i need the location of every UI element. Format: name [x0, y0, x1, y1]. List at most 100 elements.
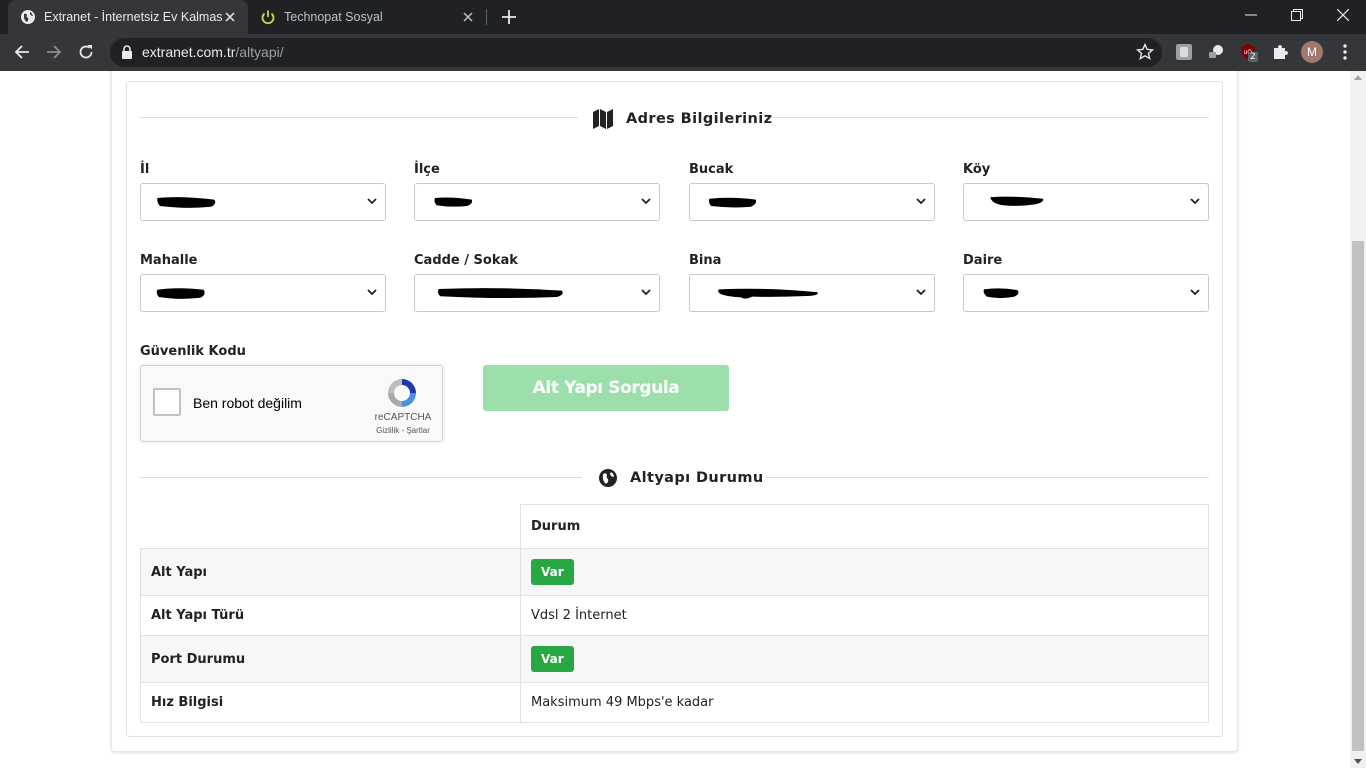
bucak-label: Bucak: [689, 162, 734, 177]
recaptcha-checkbox[interactable]: [153, 388, 181, 416]
chevron-down-icon: [367, 198, 377, 205]
divider: [766, 477, 1209, 478]
close-tab-icon[interactable]: [222, 9, 238, 25]
row-label: Port Durumu: [140, 635, 521, 683]
url-path: /altyapi/: [235, 44, 284, 60]
extension-badge: 2: [1248, 52, 1258, 62]
mahalle-label: Mahalle: [140, 253, 198, 268]
tab-technopat[interactable]: Technopat Sosyal: [248, 0, 486, 34]
ilce-select[interactable]: [414, 183, 660, 221]
row-label: Alt Yapı Türü: [140, 595, 521, 636]
close-tab-icon[interactable]: [460, 9, 476, 25]
recaptcha-widget: Ben robot değilim reCAPTCHA Gizlilik - Ş…: [140, 365, 443, 442]
scrollbar-thumb[interactable]: [1352, 241, 1364, 751]
globe-icon: [599, 469, 617, 487]
browser-tab-strip: Extranet - İnternetsiz Ev Kalmasın Techn…: [0, 0, 1366, 34]
tab-title: Extranet - İnternetsiz Ev Kalmasın: [44, 10, 222, 24]
cadde-sokak-label: Cadde / Sokak: [414, 253, 518, 268]
status-section-header: Altyapı Durumu: [140, 468, 1209, 488]
extension-puzzle-ghost-icon[interactable]: [1206, 42, 1226, 62]
redacted-value: [157, 197, 216, 208]
table-row: Hız Bilgisi Maksimum 49 Mbps'e kadar: [140, 682, 1209, 723]
redacted-value: [718, 288, 818, 299]
daire-select[interactable]: [963, 274, 1209, 312]
chevron-down-icon: [916, 289, 926, 296]
bucak-select[interactable]: [689, 183, 935, 221]
address-heading: Adres Bilgileriniz: [592, 108, 772, 130]
bina-select[interactable]: [689, 274, 935, 312]
recaptcha-label: Ben robot değilim: [193, 395, 302, 411]
bina-label: Bina: [689, 253, 722, 268]
extension-card-icon[interactable]: [1174, 42, 1194, 62]
status-heading: Altyapı Durumu: [598, 468, 764, 488]
tab-extranet[interactable]: Extranet - İnternetsiz Ev Kalmasın: [8, 0, 248, 34]
page-scrollbar[interactable]: [1350, 71, 1366, 768]
page-viewport: Adres Bilgileriniz İl İlçe Bucak Köy Mah…: [0, 71, 1350, 768]
divider: [772, 117, 1209, 118]
cadde-sokak-select[interactable]: [414, 274, 660, 312]
koy-label: Köy: [963, 162, 991, 177]
tab-title: Technopat Sosyal: [284, 10, 383, 24]
new-tab-icon[interactable]: [498, 7, 520, 27]
scroll-down-icon[interactable]: [1354, 759, 1362, 764]
table-row: Port Durumu Var: [140, 635, 1209, 683]
browser-toolbar: extranet.com.tr/altyapi/ uO 2 M: [0, 34, 1366, 71]
redacted-value: [983, 288, 1019, 299]
row-value-cell: Var: [520, 635, 1209, 683]
divider: [140, 477, 582, 478]
divider: [140, 117, 578, 118]
table-row: Alt Yapı Türü Vdsl 2 İnternet: [140, 595, 1209, 636]
ilce-label: İlçe: [414, 162, 440, 177]
map-icon: [593, 109, 613, 129]
ublock-icon[interactable]: uO 2: [1238, 42, 1258, 62]
url-text: extranet.com.tr/altyapi/: [142, 44, 284, 60]
chevron-down-icon: [916, 198, 926, 205]
security-code-label: Güvenlik Kodu: [140, 344, 246, 359]
table-header-row: Durum: [140, 504, 1209, 549]
address-section-header: Adres Bilgileriniz: [140, 108, 1209, 130]
empty-header-cell: [140, 504, 521, 549]
lock-icon: [122, 45, 132, 59]
tab-separator: [486, 9, 487, 25]
chevron-down-icon: [641, 289, 651, 296]
chevron-down-icon: [641, 198, 651, 205]
recaptcha-terms-link[interactable]: Gizlilik - Şartlar: [363, 426, 443, 435]
status-badge: Var: [531, 646, 574, 672]
profile-avatar[interactable]: M: [1301, 41, 1323, 63]
chevron-down-icon: [1190, 289, 1200, 296]
restore-icon[interactable]: [1274, 0, 1320, 30]
back-arrow-icon[interactable]: [8, 38, 36, 66]
minimize-icon[interactable]: [1228, 0, 1274, 30]
infrastructure-status-table: Durum Alt Yapı Var Alt Yapı Türü Vdsl 2 …: [140, 504, 1209, 723]
redacted-value: [438, 288, 563, 299]
koy-select[interactable]: [963, 183, 1209, 221]
address-bar[interactable]: extranet.com.tr/altyapi/: [110, 38, 1162, 67]
recaptcha-logo-icon: [388, 379, 416, 407]
close-window-icon[interactable]: [1320, 0, 1366, 30]
mahalle-select[interactable]: [140, 274, 386, 312]
status-badge: Var: [531, 559, 574, 585]
globe-icon: [21, 10, 35, 24]
power-icon: [261, 10, 275, 25]
row-value: Vdsl 2 İnternet: [520, 595, 1209, 636]
row-label: Hız Bilgisi: [140, 682, 521, 723]
url-host: extranet.com.tr: [142, 44, 236, 60]
il-label: İl: [140, 162, 150, 177]
extensions-puzzle-icon[interactable]: [1270, 42, 1290, 62]
reload-icon[interactable]: [72, 38, 100, 66]
scroll-up-icon[interactable]: [1354, 75, 1362, 80]
address-heading-text: Adres Bilgileriniz: [626, 111, 773, 127]
redacted-value: [156, 288, 205, 299]
daire-label: Daire: [963, 253, 1003, 268]
row-value-cell: Var: [520, 548, 1209, 596]
chevron-down-icon: [367, 289, 377, 296]
status-heading-text: Altyapı Durumu: [630, 470, 764, 486]
redacted-value: [990, 196, 1044, 206]
table-row: Alt Yapı Var: [140, 548, 1209, 596]
forward-arrow-icon[interactable]: [40, 38, 68, 66]
query-infrastructure-button[interactable]: Alt Yapı Sorgula: [483, 365, 729, 411]
il-select[interactable]: [140, 183, 386, 221]
bookmark-star-icon[interactable]: [1136, 43, 1154, 61]
more-menu-icon[interactable]: [1336, 42, 1354, 62]
redacted-value: [708, 197, 757, 208]
